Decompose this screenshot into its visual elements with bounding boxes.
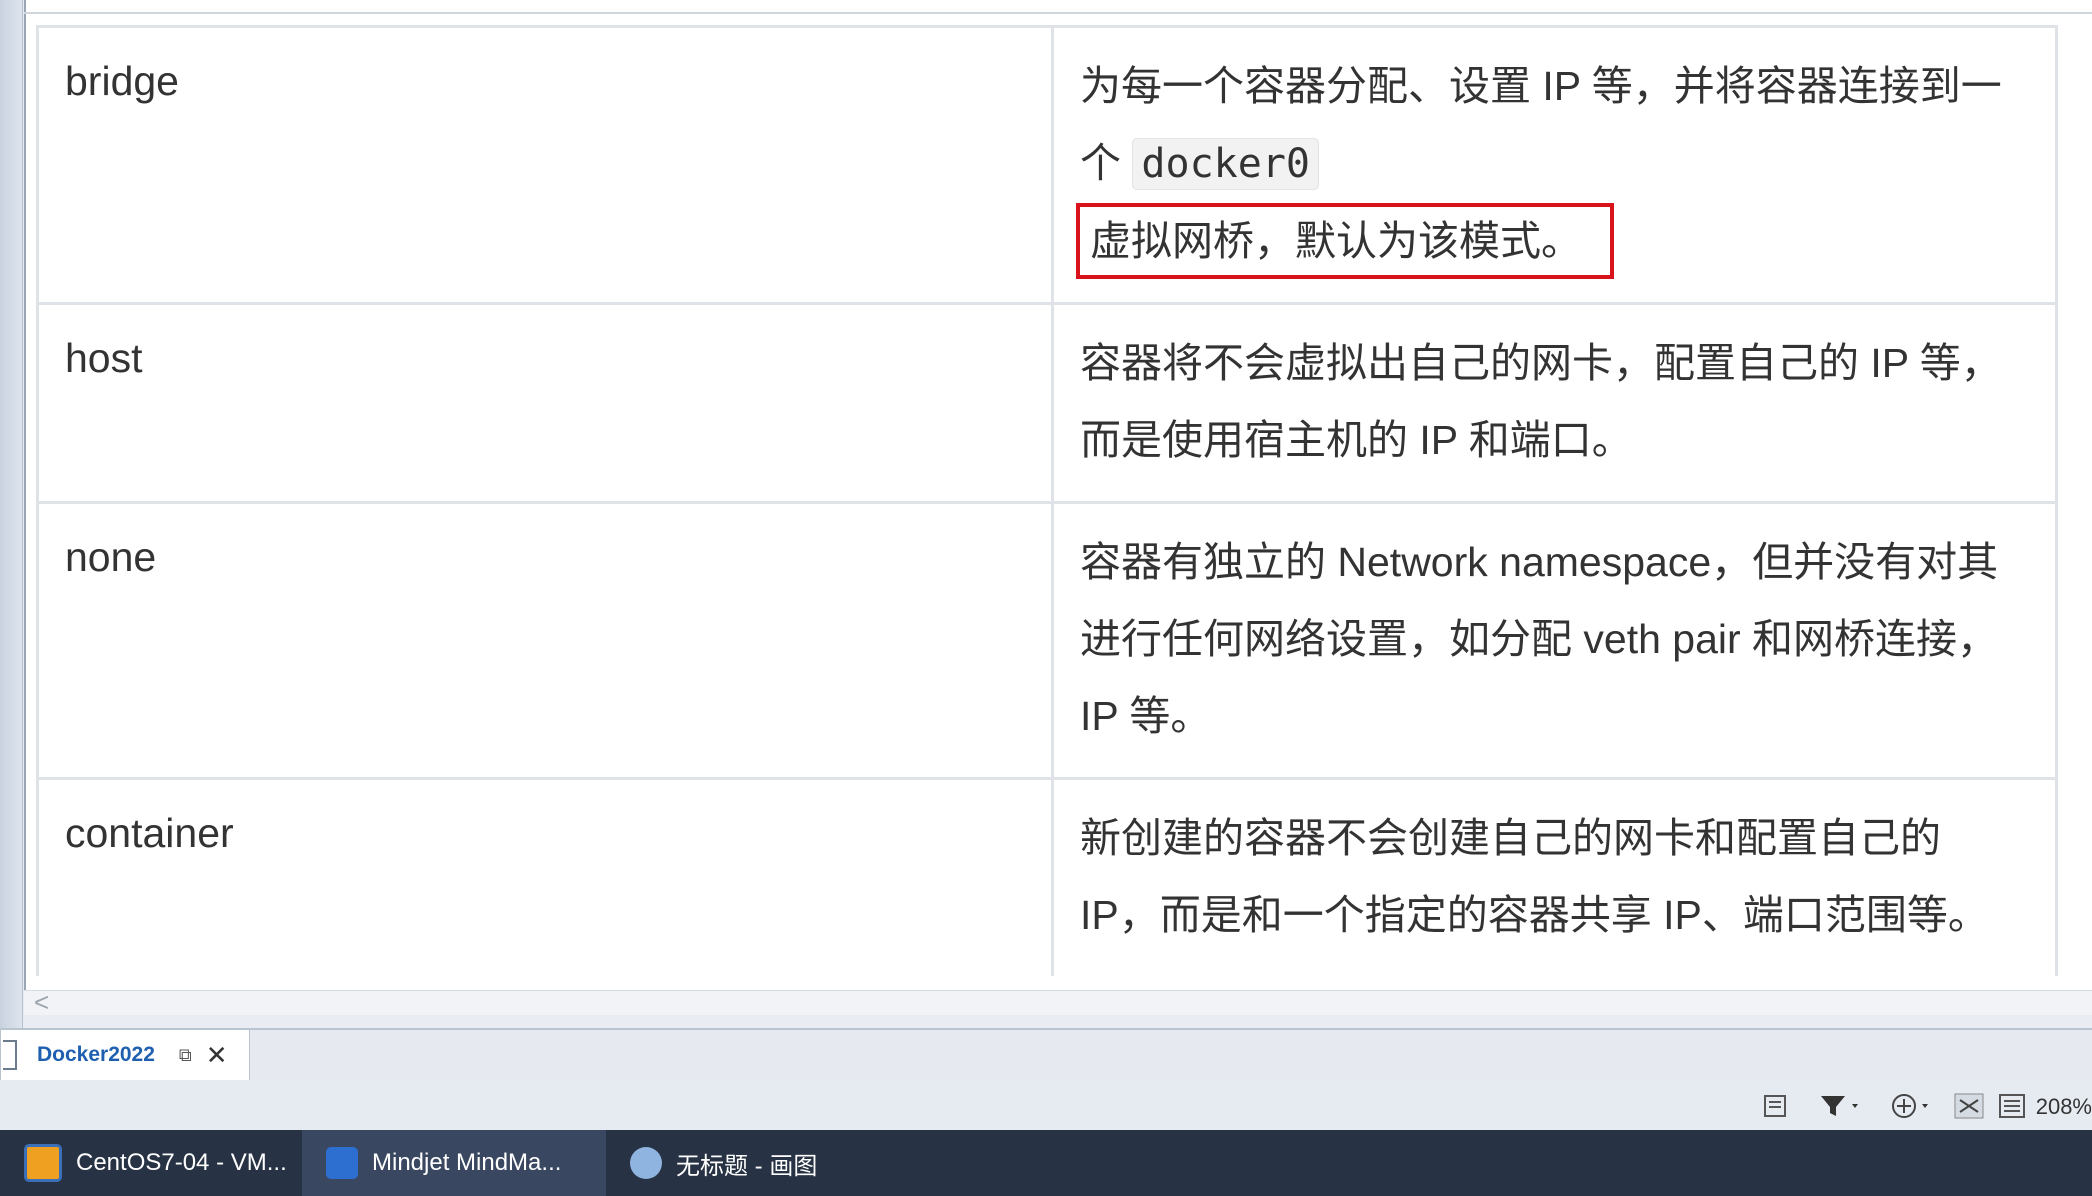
- table-row: container 新创建的容器不会创建自己的网卡和配置自己的 IP，而是和一个…: [36, 777, 2058, 976]
- float-window-icon[interactable]: ⧉: [179, 1045, 192, 1066]
- mode-name: none: [36, 501, 1054, 780]
- app-window: bridge 为每一个容器分配、设置 IP 等，并将容器连接到一个 docker…: [0, 0, 2092, 1028]
- outline-icon[interactable]: [1998, 1092, 2026, 1120]
- scroll-left-icon[interactable]: <: [34, 987, 49, 1018]
- taskbar-item-label: CentOS7-04 - VM...: [76, 1149, 287, 1176]
- vmware-icon: [24, 1144, 62, 1182]
- horizontal-scrollbar[interactable]: <: [24, 987, 2092, 1018]
- table-row: host 容器将不会虚拟出自己的网卡，配置自己的 IP 等，而是使用宿主机的 I…: [36, 302, 2058, 504]
- mode-name: bridge: [36, 25, 1054, 305]
- mindmanager-icon: [326, 1147, 358, 1179]
- tab-docker2022[interactable]: Docker2022 ⧉ ✕: [0, 1030, 250, 1081]
- taskbar-item-paint[interactable]: 无标题 - 画图: [606, 1130, 866, 1196]
- page-icon[interactable]: [1762, 1092, 1790, 1120]
- table-row: bridge 为每一个容器分配、设置 IP 等，并将容器连接到一个 docker…: [36, 25, 2058, 305]
- taskbar: CentOS7-04 - VM... Mindjet MindMa... 无标题…: [0, 1130, 2092, 1196]
- layout-icon[interactable]: [1954, 1092, 1984, 1120]
- paint-icon: [630, 1147, 662, 1179]
- status-bar: 208%: [0, 1080, 2092, 1130]
- highlight-box: 虚拟网桥，默认为该模式。: [1076, 203, 1614, 279]
- taskbar-item-vmware[interactable]: CentOS7-04 - VM...: [0, 1130, 300, 1196]
- document-icon: [3, 1040, 17, 1070]
- focus-icon[interactable]: [1890, 1092, 1936, 1120]
- taskbar-item-mindmanager[interactable]: Mindjet MindMa...: [302, 1130, 606, 1196]
- divider: [24, 12, 2092, 14]
- mode-name: host: [36, 302, 1054, 504]
- network-mode-table: bridge 为每一个容器分配、设置 IP 等，并将容器连接到一个 docker…: [36, 25, 2058, 976]
- mode-description: 新创建的容器不会创建自己的网卡和配置自己的 IP，而是和一个指定的容器共享 IP…: [1051, 777, 2058, 976]
- table-row: none 容器有独立的 Network namespace，但并没有对其进行任何…: [36, 501, 2058, 780]
- zoom-level[interactable]: 208%: [2036, 1094, 2092, 1120]
- mode-description: 容器有独立的 Network namespace，但并没有对其进行任何网络设置，…: [1051, 501, 2058, 780]
- inline-code: docker0: [1132, 138, 1319, 190]
- mode-description: 容器将不会虚拟出自己的网卡，配置自己的 IP 等，而是使用宿主机的 IP 和端口…: [1051, 302, 2058, 504]
- taskbar-item-label: 无标题 - 画图: [676, 1152, 818, 1180]
- mode-description: 为每一个容器分配、设置 IP 等，并将容器连接到一个 docker0 虚拟网桥，默…: [1051, 25, 2058, 305]
- filter-icon[interactable]: [1818, 1092, 1864, 1120]
- close-icon[interactable]: ✕: [206, 1040, 228, 1071]
- side-panel-strip: [0, 0, 23, 1028]
- mode-name: container: [36, 777, 1054, 976]
- document-tab-bar: Docker2022 ⧉ ✕: [0, 1028, 2092, 1083]
- taskbar-item-label: Mindjet MindMa...: [372, 1149, 562, 1176]
- tab-label: Docker2022: [37, 1043, 155, 1066]
